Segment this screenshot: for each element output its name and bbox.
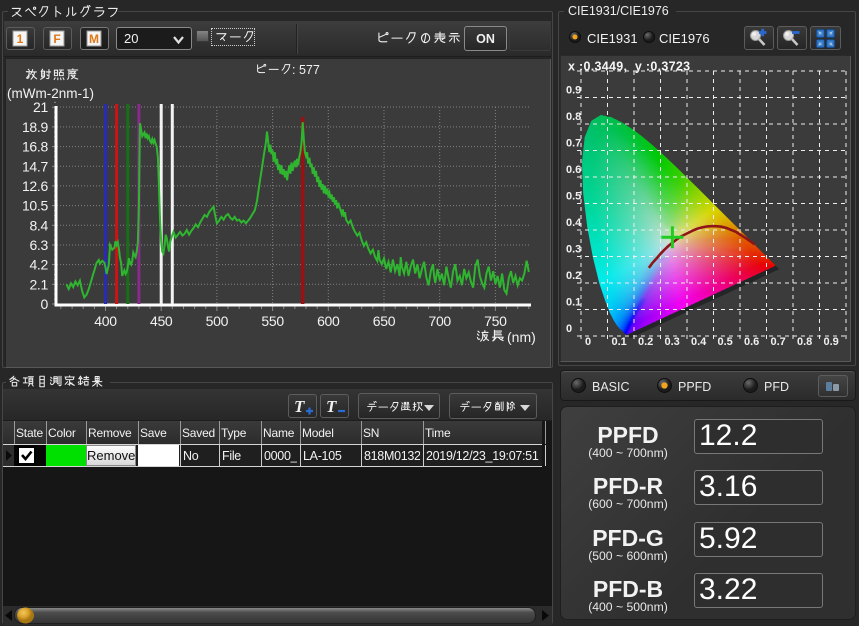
- svg-text:500: 500: [206, 313, 229, 329]
- svg-text:0.6: 0.6: [566, 164, 581, 176]
- svg-text:: 577: : 577: [292, 63, 320, 77]
- svg-text:F: F: [53, 32, 60, 46]
- svg-text:10.5: 10.5: [22, 198, 49, 214]
- svg-text:0.8: 0.8: [797, 336, 812, 348]
- svg-text:0.8: 0.8: [566, 111, 581, 123]
- svg-text:550: 550: [261, 313, 284, 329]
- svg-text:0.7: 0.7: [771, 336, 786, 348]
- svg-text:0: 0: [566, 323, 572, 335]
- svg-text:0.6: 0.6: [744, 336, 759, 348]
- svg-text:1: 1: [17, 32, 24, 46]
- svg-text:0.9: 0.9: [824, 336, 839, 348]
- svg-text:0.2: 0.2: [638, 336, 653, 348]
- svg-text:(nm): (nm): [507, 329, 536, 345]
- svg-text:0: 0: [585, 336, 591, 348]
- svg-text:600: 600: [317, 313, 340, 329]
- svg-text:(mWm-2nm-1): (mWm-2nm-1): [7, 86, 94, 101]
- svg-text:21: 21: [33, 99, 48, 115]
- svg-text:T: T: [294, 397, 305, 416]
- svg-text:0.7: 0.7: [566, 138, 581, 150]
- svg-text:2.1: 2.1: [29, 276, 48, 292]
- svg-text:0.1: 0.1: [566, 297, 581, 309]
- svg-text:0.9: 0.9: [566, 85, 581, 97]
- svg-text:0.3: 0.3: [665, 336, 680, 348]
- svg-text:6.3: 6.3: [29, 237, 48, 253]
- svg-text:0.5: 0.5: [566, 191, 581, 203]
- svg-text:0: 0: [41, 296, 49, 312]
- svg-text:0.4: 0.4: [566, 217, 582, 229]
- svg-text:750: 750: [484, 313, 507, 329]
- svg-text:0.5: 0.5: [718, 336, 733, 348]
- svg-text:700: 700: [428, 313, 451, 329]
- svg-text:0.4: 0.4: [691, 336, 707, 348]
- svg-text:450: 450: [150, 313, 173, 329]
- svg-text:650: 650: [373, 313, 396, 329]
- svg-text:4.2: 4.2: [29, 257, 48, 273]
- svg-text:16.8: 16.8: [22, 139, 49, 155]
- svg-text:18.9: 18.9: [22, 119, 49, 135]
- svg-text:0.3: 0.3: [566, 244, 581, 256]
- svg-text:8.4: 8.4: [29, 217, 48, 233]
- svg-text:12.6: 12.6: [22, 178, 49, 194]
- svg-text:M: M: [89, 32, 99, 46]
- svg-text:400: 400: [94, 313, 117, 329]
- svg-text:T: T: [326, 397, 337, 416]
- svg-text:0.1: 0.1: [612, 336, 627, 348]
- svg-text:14.7: 14.7: [22, 158, 49, 174]
- svg-text:0.2: 0.2: [566, 270, 581, 282]
